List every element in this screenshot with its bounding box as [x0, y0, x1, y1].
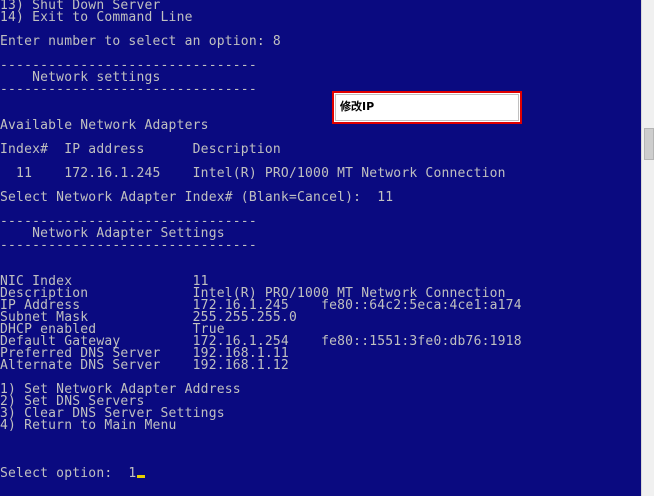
- annotation-callout: 修改IP: [332, 91, 522, 124]
- text-cursor: [137, 475, 146, 478]
- console-line: 11 172.16.1.245 Intel(R) PRO/1000 MT Net…: [0, 166, 506, 181]
- console-line: Available Network Adapters: [0, 118, 209, 133]
- scrollbar-thumb[interactable]: [644, 128, 654, 160]
- console-line: --------------------------------: [0, 82, 257, 97]
- prompt-line[interactable]: Select option: 1: [0, 467, 146, 480]
- console-line: 4) Return to Main Menu: [0, 418, 177, 433]
- console-line: 14) Exit to Command Line: [0, 10, 193, 25]
- console-line: --------------------------------: [0, 238, 257, 253]
- console-line: Index# IP address Description: [0, 142, 281, 157]
- annotation-label: 修改IP: [340, 100, 375, 113]
- console-window[interactable]: 13) Shut Down Server 14) Exit to Command …: [0, 0, 641, 496]
- console-line: Enter number to select an option: 8: [0, 34, 281, 49]
- console-line: Select Network Adapter Index# (Blank=Can…: [0, 190, 394, 205]
- vertical-scrollbar[interactable]: [641, 0, 654, 496]
- console-line: Alternate DNS Server 192.168.1.12: [0, 358, 289, 373]
